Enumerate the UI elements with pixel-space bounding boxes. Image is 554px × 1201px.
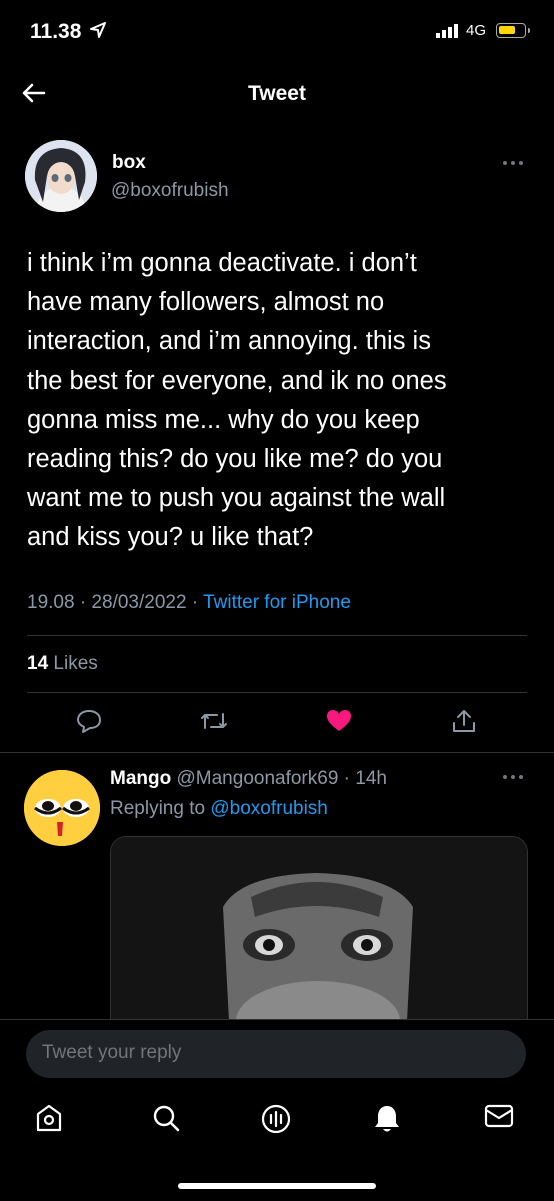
tweet-text-line: interaction, and i’m annoying. this is [27, 327, 431, 356]
tweet-text-line: want me to push you against the wall [27, 484, 446, 513]
more-icon[interactable] [502, 158, 524, 168]
tweet-text-line: have many followers, almost no [27, 288, 385, 317]
likes-count[interactable]: 14 Likes [27, 653, 98, 675]
location-arrow-icon [90, 22, 106, 38]
signal-icon [436, 24, 458, 38]
divider [27, 692, 527, 693]
tweet-meta: 19.08 · 28/03/2022 · Twitter for iPhone [27, 592, 351, 614]
likes-label: Likes [48, 653, 98, 674]
reply-handle[interactable]: @Mangoonafork69 [177, 768, 339, 789]
spaces-icon[interactable] [260, 1103, 292, 1135]
more-icon[interactable] [502, 772, 524, 782]
replying-to-link[interactable]: @boxofrubish [210, 798, 328, 819]
reply-composer[interactable]: Tweet your reply [26, 1030, 526, 1078]
divider [27, 635, 527, 636]
replying-to: Replying to @boxofrubish [110, 798, 328, 820]
tweet-text-line: the best for everyone, and ik no ones [27, 366, 447, 395]
retweet-icon[interactable] [200, 708, 228, 734]
reply-input[interactable]: Tweet your reply [42, 1042, 181, 1064]
reply-display-name[interactable]: Mango [110, 768, 171, 789]
avatar[interactable] [25, 140, 97, 212]
tweet-text-line: i think i’m gonna deactivate. i don’t [27, 249, 417, 277]
messages-icon[interactable] [484, 1103, 514, 1129]
likes-number: 14 [27, 653, 49, 674]
reply-media-image[interactable] [110, 836, 528, 1021]
tweet-text-line: reading this? do you like me? do you [27, 445, 443, 474]
tweet-text: i think i’m gonna deactivate. i don’t ha… [27, 244, 537, 558]
network-label: 4G [466, 22, 487, 39]
page-title: Tweet [248, 82, 306, 105]
notifications-icon[interactable] [373, 1103, 401, 1135]
replying-prefix: Replying to [110, 798, 211, 819]
meta-separator: · [74, 592, 92, 613]
avatar[interactable] [24, 770, 100, 846]
user-handle[interactable]: @boxofrubish [111, 180, 229, 202]
reply-time: 14h [355, 768, 387, 789]
tweet-source-link[interactable]: Twitter for iPhone [203, 592, 351, 613]
meta-separator: · [338, 768, 356, 789]
like-icon[interactable] [326, 708, 352, 734]
meta-separator: · [186, 592, 204, 613]
home-indicator [178, 1183, 376, 1189]
tweet-text-line: and kiss you? u like that? [27, 523, 314, 552]
tweet-text-line: gonna miss me... why do you keep [27, 405, 420, 434]
display-name[interactable]: box [112, 152, 146, 174]
status-time: 11.38 [30, 20, 82, 43]
share-icon[interactable] [451, 708, 477, 734]
search-icon[interactable] [151, 1103, 181, 1133]
tweet-date: 28/03/2022 [91, 592, 187, 613]
home-icon[interactable] [35, 1103, 63, 1133]
reply-header: Mango @Mangoonafork69 · 14h [110, 768, 387, 790]
battery-icon [496, 23, 530, 38]
tweet-time: 19.08 [27, 592, 75, 613]
reply-icon[interactable] [76, 708, 102, 734]
divider [0, 752, 554, 753]
